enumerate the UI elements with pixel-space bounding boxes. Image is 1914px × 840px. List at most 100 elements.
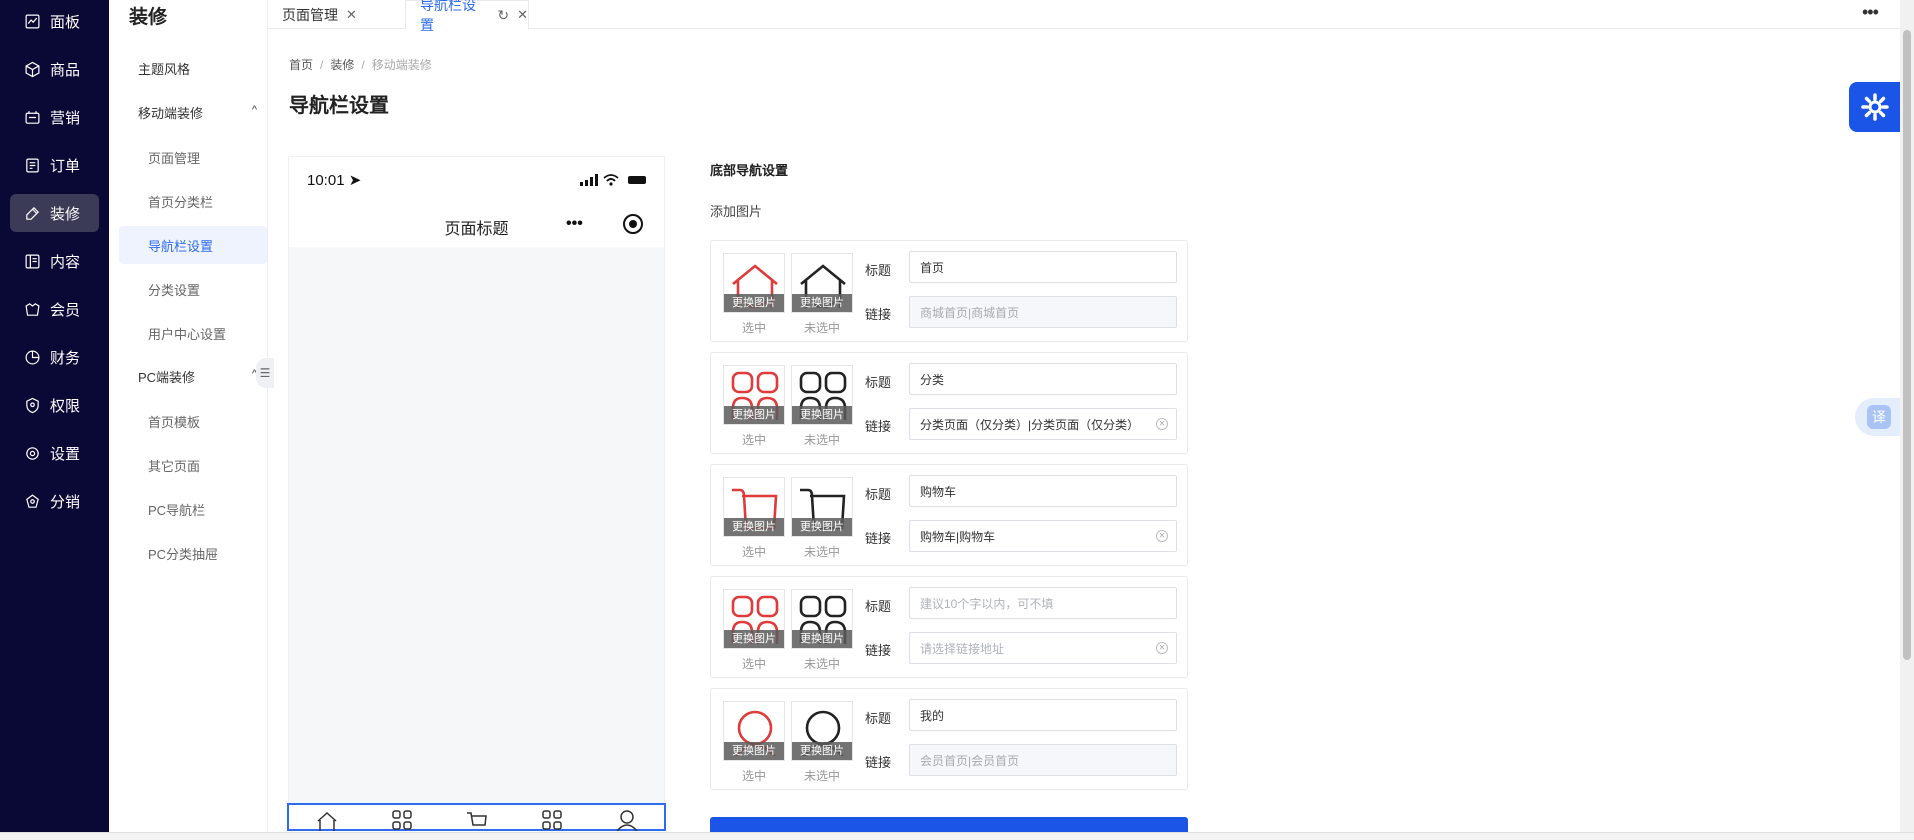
sidebar-item[interactable]: 装修 xyxy=(10,194,99,232)
link-field-label: 链接 xyxy=(865,419,892,434)
change-image-button[interactable]: 更换图片 xyxy=(792,518,852,536)
nav-item-card: 更换图片 选中 更换图片 未选中 标题 链接 首页 商城首页|商城首页 xyxy=(710,240,1188,342)
submenu-item[interactable]: PC分类抽屉 xyxy=(119,534,267,572)
shield-icon xyxy=(22,395,42,415)
submenu-item[interactable]: PC导航栏 xyxy=(119,490,267,528)
unselected-image-upload[interactable]: 更换图片 xyxy=(791,701,853,761)
change-image-button[interactable]: 更换图片 xyxy=(724,630,784,648)
submenu-item[interactable]: PC端装修 ^ xyxy=(119,357,267,395)
change-image-button[interactable]: 更换图片 xyxy=(792,294,852,312)
box-icon xyxy=(22,59,42,79)
unselected-image-upload[interactable]: 更换图片 xyxy=(791,365,853,425)
category-icon xyxy=(391,810,412,830)
title-input[interactable]: 我的 xyxy=(909,699,1177,731)
submenu-item[interactable]: 首页分类栏 xyxy=(119,182,267,220)
clear-icon[interactable]: ✕ xyxy=(1156,642,1168,654)
close-icon[interactable]: ✕ xyxy=(517,7,528,23)
title-field-label: 标题 xyxy=(865,263,892,278)
sidebar-item-label: 营销 xyxy=(50,109,81,127)
sidebar-item[interactable]: 会员 xyxy=(10,290,99,328)
sidebar-item[interactable]: 面板 xyxy=(10,2,99,40)
unselected-image-upload[interactable]: 更换图片 xyxy=(791,589,853,649)
settings-fab[interactable] xyxy=(1849,82,1900,132)
link-select[interactable]: 请选择链接地址 ✕ xyxy=(909,632,1177,664)
submenu-item[interactable]: 其它页面 xyxy=(119,446,267,484)
nav-item-card: 更换图片 选中 更换图片 未选中 标题 链接 建议10个字以内，可不填 请选择链接地址 ✕ xyxy=(710,576,1188,678)
submenu-item[interactable]: 主题风格 xyxy=(119,49,267,87)
brush-icon xyxy=(22,203,42,223)
scrollbar-thumb[interactable] xyxy=(1903,30,1911,660)
translate-button[interactable]: 译 xyxy=(1855,398,1900,436)
breadcrumb-home[interactable]: 首页 xyxy=(289,58,313,72)
clear-icon[interactable]: ✕ xyxy=(1156,418,1168,430)
close-icon[interactable]: ✕ xyxy=(346,7,357,23)
change-image-button[interactable]: 更换图片 xyxy=(724,518,784,536)
order-icon xyxy=(22,155,42,175)
sidebar-item[interactable]: 内容 xyxy=(10,242,99,280)
submenu-item[interactable]: 首页模板 xyxy=(119,402,267,440)
tab-page-management[interactable]: 页面管理 ✕ xyxy=(268,0,362,29)
submenu-item[interactable]: 移动端装修 ^ xyxy=(119,93,267,131)
tab-navbar-settings[interactable]: 导航栏设置 ↻ ✕ xyxy=(405,0,529,33)
link-select[interactable]: 购物车|购物车 ✕ xyxy=(909,520,1177,552)
browser-status-strip xyxy=(0,832,1914,840)
page-title: 导航栏设置 xyxy=(289,95,389,117)
title-input[interactable]: 分类 xyxy=(909,363,1177,395)
selected-image-upload[interactable]: 更换图片 xyxy=(723,589,785,649)
unselected-image-upload[interactable]: 更换图片 xyxy=(791,477,853,537)
phone-tabbar-preview[interactable] xyxy=(287,803,666,831)
finance-icon xyxy=(22,347,42,367)
change-image-button[interactable]: 更换图片 xyxy=(792,630,852,648)
refresh-icon[interactable]: ↻ xyxy=(497,7,509,24)
title-input[interactable]: 首页 xyxy=(909,251,1177,283)
unselected-caption: 未选中 xyxy=(803,657,840,671)
sidebar-item[interactable]: 分销 xyxy=(10,482,99,520)
submenu-item[interactable]: 导航栏设置 xyxy=(119,226,267,264)
link-select: 商城首页|商城首页 xyxy=(909,296,1177,328)
link-value: 商城首页|商城首页 xyxy=(920,305,1020,320)
link-select[interactable]: 分类页面（仅分类）|分类页面（仅分类） ✕ xyxy=(909,408,1177,440)
collapse-sidebar-handle[interactable]: ☰ xyxy=(256,358,274,388)
sidebar-item[interactable]: 订单 xyxy=(10,146,99,184)
submenu-item[interactable]: 用户中心设置 xyxy=(119,314,267,352)
link-field-label: 链接 xyxy=(865,307,892,322)
title-field-label: 标题 xyxy=(865,599,892,614)
sidebar-item[interactable]: 设置 xyxy=(10,434,99,472)
sidebar-item[interactable]: 财务 xyxy=(10,338,99,376)
sidebar-item-label: 内容 xyxy=(50,253,81,271)
chevron-up-icon[interactable]: ^ xyxy=(252,104,257,116)
change-image-button[interactable]: 更换图片 xyxy=(792,742,852,760)
more-menu-icon[interactable]: ••• xyxy=(1862,2,1879,23)
selected-image-upload[interactable]: 更换图片 xyxy=(723,477,785,537)
title-input[interactable]: 建议10个字以内，可不填 xyxy=(909,587,1177,619)
change-image-button[interactable]: 更换图片 xyxy=(792,406,852,424)
nav-item-card: 更换图片 选中 更换图片 未选中 标题 链接 购物车 购物车|购物车 ✕ xyxy=(710,464,1188,566)
unselected-caption: 未选中 xyxy=(803,321,840,335)
selected-image-upload[interactable]: 更换图片 xyxy=(723,365,785,425)
sidebar-item[interactable]: 商品 xyxy=(10,50,99,88)
selected-image-upload[interactable]: 更换图片 xyxy=(723,253,785,313)
title-input[interactable]: 购物车 xyxy=(909,475,1177,507)
sidebar-item[interactable]: 营销 xyxy=(10,98,99,136)
submenu-item-label: 其它页面 xyxy=(148,458,201,474)
submenu-item[interactable]: 页面管理 xyxy=(119,138,267,176)
unselected-image-upload[interactable]: 更换图片 xyxy=(791,253,853,313)
change-image-button[interactable]: 更换图片 xyxy=(724,406,784,424)
selected-image-upload[interactable]: 更换图片 xyxy=(723,701,785,761)
sidebar-item-label: 分销 xyxy=(50,493,81,511)
selected-caption: 选中 xyxy=(741,769,766,783)
breadcrumb-decoration[interactable]: 装修 xyxy=(330,58,354,72)
signal-wifi-battery-icon xyxy=(580,174,646,186)
sidebar-item-label: 会员 xyxy=(50,301,81,319)
submenu-item[interactable]: 分类设置 xyxy=(119,270,267,308)
sidebar-item[interactable]: 权限 xyxy=(10,386,99,424)
link-value: 分类页面（仅分类）|分类页面（仅分类） xyxy=(920,417,1140,432)
change-image-button[interactable]: 更换图片 xyxy=(724,742,784,760)
phone-page-title: 页面标题 xyxy=(444,221,509,238)
category-icon xyxy=(541,810,562,830)
clear-icon[interactable]: ✕ xyxy=(1156,530,1168,542)
submenu-item-label: 首页模板 xyxy=(148,414,201,430)
page-scrollbar[interactable] xyxy=(1900,0,1914,832)
change-image-button[interactable]: 更换图片 xyxy=(724,294,784,312)
sidebar-item-label: 设置 xyxy=(50,445,81,463)
